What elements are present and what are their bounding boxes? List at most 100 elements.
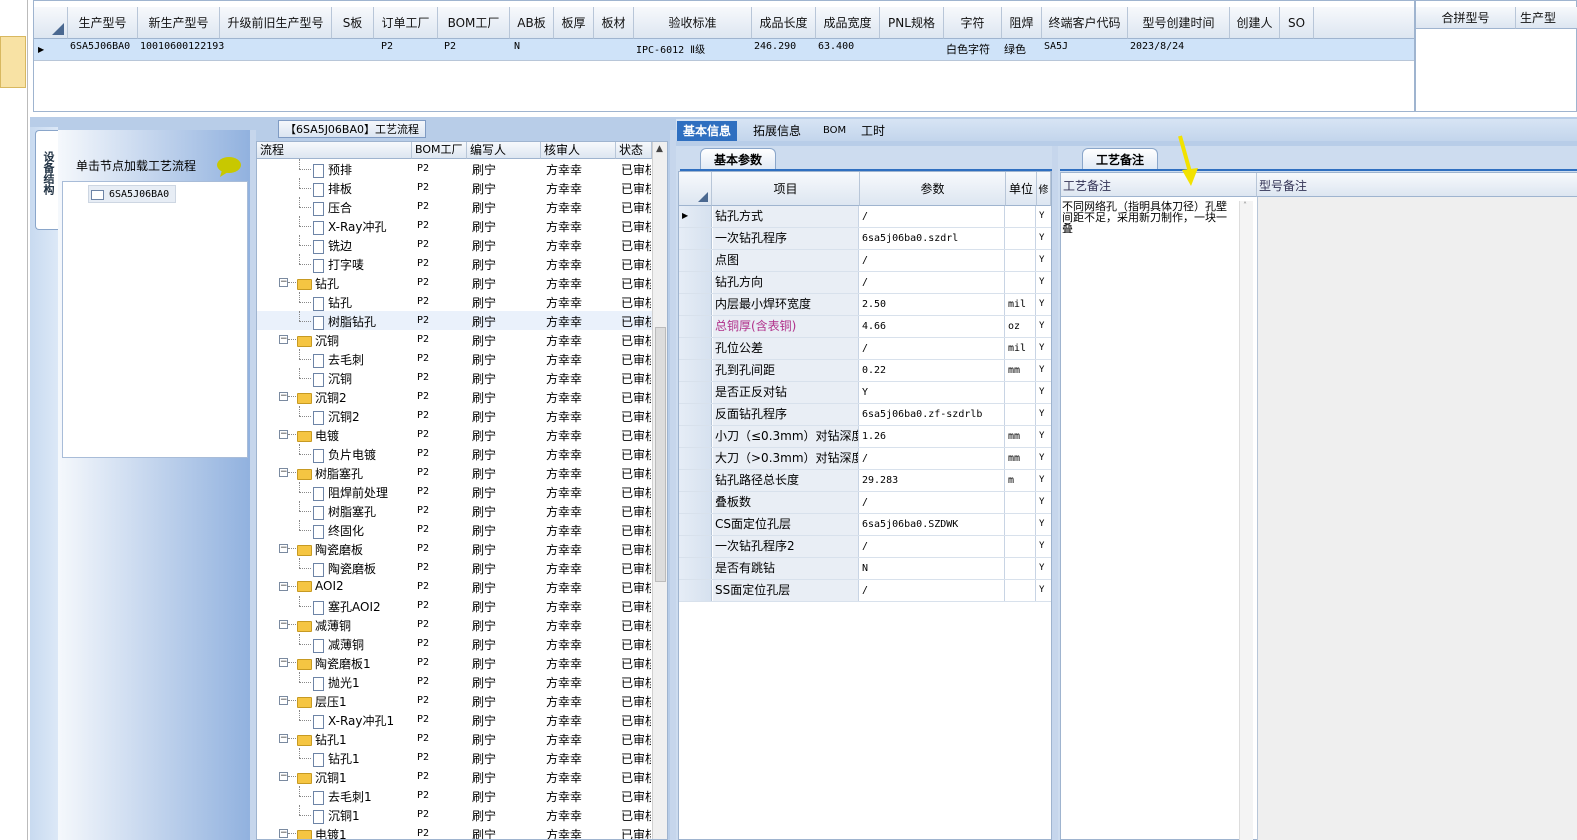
- flow-row[interactable]: 排板 P2 刷宁 方幸幸 已审核: [257, 178, 652, 197]
- cell-width[interactable]: 63.400: [818, 41, 854, 52]
- param-value[interactable]: /: [860, 338, 1005, 359]
- collapse-icon[interactable]: −: [279, 829, 288, 838]
- subtab-basic-params[interactable]: 基本参数: [700, 148, 776, 170]
- cell-soldermask[interactable]: 绿色: [1004, 41, 1026, 57]
- row-header[interactable]: ▶: [679, 206, 712, 227]
- flow-row[interactable]: − 层压1 P2 刷宁 方幸幸 已审核: [257, 691, 652, 710]
- cell-ab-board[interactable]: N: [514, 41, 520, 52]
- col-creator[interactable]: 创建人: [1230, 7, 1280, 39]
- cell-standard[interactable]: IPC-6012 Ⅱ级: [636, 41, 705, 56]
- row-header[interactable]: [679, 272, 712, 293]
- col-unit[interactable]: 单位: [1006, 172, 1037, 206]
- col-thickness[interactable]: 板厚: [554, 7, 594, 39]
- flow-row[interactable]: 铣边 P2 刷宁 方幸幸 已审核: [257, 235, 652, 254]
- row-header[interactable]: [679, 536, 712, 557]
- process-notes-text[interactable]: 不同网络孔（指明具体刀径）孔壁间距不足，采用新刀制作，一块一叠: [1062, 201, 1234, 261]
- flow-row[interactable]: 树脂钻孔 P2 刷宁 方幸幸 已审核: [257, 311, 652, 330]
- col-old-prod-no[interactable]: 升级前旧生产型号: [220, 7, 332, 39]
- param-row[interactable]: 孔位公差 / mil Y: [679, 338, 1051, 360]
- scroll-thumb[interactable]: [655, 327, 666, 582]
- flow-row[interactable]: − 电镀1 P2 刷宁 方幸幸 已审核: [257, 824, 652, 839]
- col-material[interactable]: 板材: [594, 7, 634, 39]
- cell-created-time[interactable]: 2023/8/24: [1130, 41, 1184, 52]
- col-flow-bom[interactable]: BOM工厂: [412, 142, 467, 159]
- col-order-factory[interactable]: 订单工厂: [374, 7, 438, 39]
- param-value[interactable]: 1.26: [860, 426, 1005, 447]
- param-row[interactable]: 反面钻孔程序 6sa5j06ba0.zf-szdrlb Y: [679, 404, 1051, 426]
- param-row[interactable]: 叠板数 / Y: [679, 492, 1051, 514]
- param-row[interactable]: 小刀（≤0.3mm）对钻深度 1.26 mm Y: [679, 426, 1051, 448]
- flow-row[interactable]: 抛光1 P2 刷宁 方幸幸 已审核: [257, 672, 652, 691]
- flow-scrollbar[interactable]: ▲: [652, 142, 667, 839]
- cell-order-factory[interactable]: P2: [381, 41, 393, 52]
- param-value[interactable]: /: [860, 206, 1005, 227]
- row-header[interactable]: [679, 250, 712, 271]
- row-header[interactable]: [679, 338, 712, 359]
- param-row[interactable]: 是否有跳钻 N Y: [679, 558, 1051, 580]
- flow-row[interactable]: 钻孔 P2 刷宁 方幸幸 已审核: [257, 292, 652, 311]
- param-row[interactable]: 钻孔方向 / Y: [679, 272, 1051, 294]
- param-value[interactable]: N: [860, 558, 1005, 579]
- flow-row[interactable]: 阻焊前处理 P2 刷宁 方幸幸 已审核: [257, 482, 652, 501]
- param-value[interactable]: 6sa5j06ba0.szdrl: [860, 228, 1005, 249]
- flow-row[interactable]: 沉铜1 P2 刷宁 方幸幸 已审核: [257, 805, 652, 824]
- col-flow-reviewer[interactable]: 核审人: [541, 142, 616, 159]
- row-header[interactable]: [679, 404, 712, 425]
- param-value[interactable]: 29.283: [860, 470, 1005, 491]
- collapse-icon[interactable]: −: [279, 278, 288, 287]
- col-pnl[interactable]: PNL规格: [880, 7, 944, 39]
- cell-length[interactable]: 246.290: [754, 41, 796, 52]
- param-row[interactable]: 是否正反对钻 Y Y: [679, 382, 1051, 404]
- collapse-icon[interactable]: −: [279, 620, 288, 629]
- flow-row[interactable]: X-Ray冲孔1 P2 刷宁 方幸幸 已审核: [257, 710, 652, 729]
- col-flow[interactable]: 流程: [257, 142, 412, 159]
- param-value[interactable]: 6sa5j06ba0.SZDWK: [860, 514, 1005, 535]
- collapse-icon[interactable]: −: [279, 582, 288, 591]
- scroll-up-icon[interactable]: ▲: [656, 144, 663, 154]
- table-row-selected[interactable]: [34, 39, 1414, 61]
- cell-bom-factory[interactable]: P2: [444, 41, 456, 52]
- param-row[interactable]: CS面定位孔层 6sa5j06ba0.SZDWK Y: [679, 514, 1051, 536]
- col-s-board[interactable]: S板: [332, 7, 374, 39]
- row-header[interactable]: [679, 492, 712, 513]
- row-header[interactable]: [679, 470, 712, 491]
- flow-row[interactable]: − 电镀 P2 刷宁 方幸幸 已审核: [257, 425, 652, 444]
- collapse-icon[interactable]: −: [279, 430, 288, 439]
- flow-row[interactable]: − 钻孔1 P2 刷宁 方幸幸 已审核: [257, 729, 652, 748]
- col-length[interactable]: 成品长度: [752, 7, 816, 39]
- flow-row[interactable]: 塞孔AOI2 P2 刷宁 方幸幸 已审核: [257, 596, 652, 615]
- flow-row[interactable]: − 陶瓷磨板 P2 刷宁 方幸幸 已审核: [257, 539, 652, 558]
- flow-row[interactable]: 减薄铜 P2 刷宁 方幸幸 已审核: [257, 634, 652, 653]
- row-header[interactable]: [679, 360, 712, 381]
- collapse-icon[interactable]: −: [279, 734, 288, 743]
- col-flow-writer[interactable]: 编写人: [467, 142, 541, 159]
- param-row[interactable]: ▶ 钻孔方式 / Y: [679, 206, 1051, 228]
- row-header[interactable]: [679, 316, 712, 337]
- flow-row[interactable]: 负片电镀 P2 刷宁 方幸幸 已审核: [257, 444, 652, 463]
- flow-row[interactable]: 沉铜2 P2 刷宁 方幸幸 已审核: [257, 406, 652, 425]
- col-item[interactable]: 项目: [712, 172, 860, 206]
- collapsed-side-tab[interactable]: [0, 36, 26, 88]
- cell-silkscreen[interactable]: 白色字符: [946, 41, 990, 57]
- tab-bom[interactable]: BOM: [817, 121, 852, 141]
- param-value[interactable]: 6sa5j06ba0.zf-szdrlb: [860, 404, 1005, 425]
- collapse-icon[interactable]: −: [279, 335, 288, 344]
- row-header[interactable]: [679, 426, 712, 447]
- param-row[interactable]: 总铜厚(含表铜) 4.66 oz Y: [679, 316, 1051, 338]
- flow-row[interactable]: − 沉铜 P2 刷宁 方幸幸 已审核: [257, 330, 652, 349]
- collapse-icon[interactable]: −: [279, 392, 288, 401]
- flow-row[interactable]: − 钻孔 P2 刷宁 方幸幸 已审核: [257, 273, 652, 292]
- flow-row[interactable]: 沉铜 P2 刷宁 方幸幸 已审核: [257, 368, 652, 387]
- col-value[interactable]: 参数: [860, 172, 1006, 206]
- col-merge-prod[interactable]: 生产型: [1516, 7, 1577, 29]
- flow-row[interactable]: − AOI2 P2 刷宁 方幸幸 已审核: [257, 577, 652, 596]
- row-header[interactable]: [679, 580, 712, 601]
- param-value[interactable]: /: [860, 536, 1005, 557]
- param-value[interactable]: /: [860, 580, 1005, 601]
- param-value[interactable]: 0.22: [860, 360, 1005, 381]
- param-value[interactable]: 2.50: [860, 294, 1005, 315]
- flow-row[interactable]: 预排 P2 刷宁 方幸幸 已审核: [257, 159, 652, 178]
- row-header[interactable]: [679, 514, 712, 535]
- param-row[interactable]: 一次钻孔程序2/ Y: [679, 536, 1051, 558]
- subtab-process-notes[interactable]: 工艺备注: [1082, 148, 1158, 170]
